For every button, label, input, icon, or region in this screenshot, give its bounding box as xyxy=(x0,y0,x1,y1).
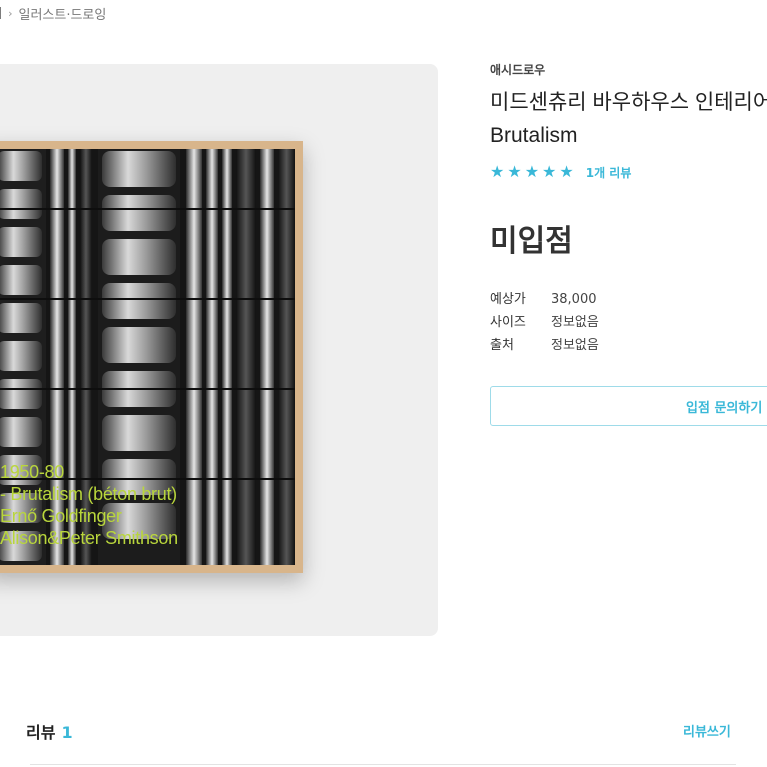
star-rating: ★ ★ ★ ★ ★ xyxy=(490,162,574,182)
breadcrumb: ] › 일러스트·드로잉 xyxy=(0,0,106,26)
poster-photo[interactable]: 1950-80 - Brutalism (béton brut) Ernő Go… xyxy=(0,149,295,565)
detail-label: 사이즈 xyxy=(490,315,526,330)
detail-row-price: 예상가 38,000 xyxy=(490,288,599,311)
star-icon: ★ xyxy=(507,162,522,181)
star-icon: ★ xyxy=(542,162,557,181)
reviews-count: 1 xyxy=(61,723,73,742)
product-title-line1: 미드센츄리 바우하우스 인테리어 xyxy=(490,91,767,114)
product-title-line2: Brutalism xyxy=(490,124,578,147)
rating: ★ ★ ★ ★ ★ 1개 리뷰 xyxy=(490,162,631,182)
star-icon: ★ xyxy=(490,162,505,181)
poster-frame: 1950-80 - Brutalism (béton brut) Ernő Go… xyxy=(0,141,303,573)
detail-value: 정보없음 xyxy=(551,315,599,330)
reviews-title: 리뷰 xyxy=(26,723,56,742)
detail-value: 정보없음 xyxy=(551,338,599,353)
detail-value: 38,000 xyxy=(551,292,597,307)
inquiry-button[interactable]: 입점 문의하기 xyxy=(490,386,767,426)
star-icon: ★ xyxy=(524,162,540,181)
product-details: 예상가 38,000 사이즈 정보없음 출처 정보없음 xyxy=(490,288,599,357)
divider xyxy=(30,764,736,765)
breadcrumb-previous[interactable]: ] xyxy=(0,6,2,21)
availability-status: 미입점 xyxy=(490,224,573,259)
detail-row-source: 출처 정보없음 xyxy=(490,334,599,357)
brand-name[interactable]: 애시드로우 xyxy=(490,61,545,78)
poster-caption: 1950-80 - Brutalism (béton brut) Ernő Go… xyxy=(0,462,178,548)
star-icon: ★ xyxy=(559,162,574,181)
review-count-link[interactable]: 1개 리뷰 xyxy=(586,164,632,181)
product-image-panel: 1950-80 - Brutalism (béton brut) Ernő Go… xyxy=(0,64,438,636)
product-title: 미드센츄리 바우하우스 인테리어 Brutalism xyxy=(490,86,767,152)
detail-label: 출처 xyxy=(490,338,514,353)
detail-label: 예상가 xyxy=(490,292,526,307)
breadcrumb-category[interactable]: 일러스트·드로잉 xyxy=(18,4,106,23)
reviews-header: 리뷰 1 xyxy=(26,719,73,743)
chevron-right-icon: › xyxy=(8,6,13,20)
detail-row-size: 사이즈 정보없음 xyxy=(490,311,599,334)
write-review-button[interactable]: 리뷰쓰기 xyxy=(683,721,731,740)
